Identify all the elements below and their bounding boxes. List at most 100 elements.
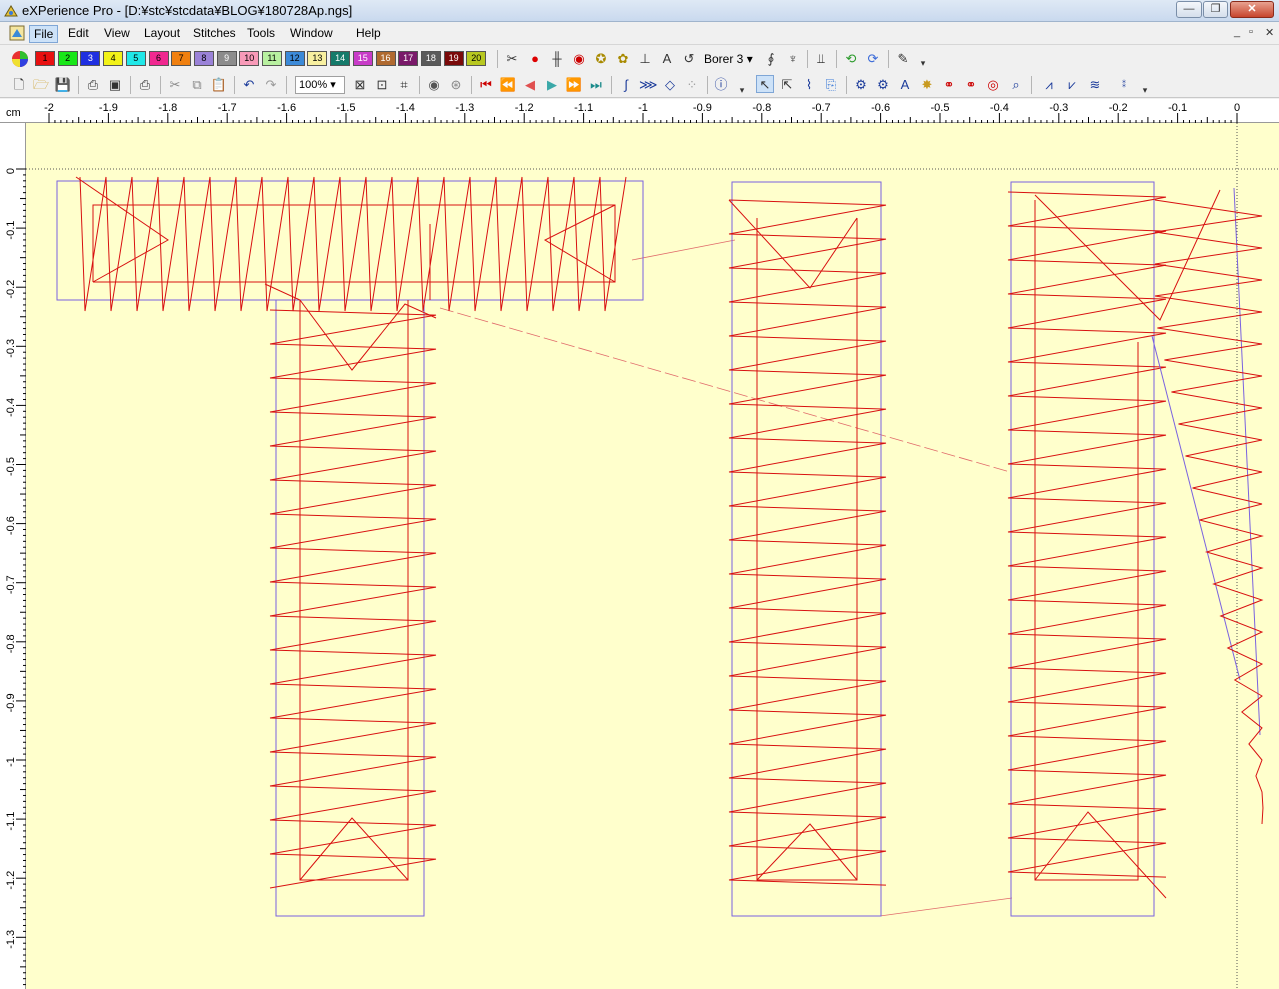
toolbar-overflow-icon[interactable]: ▾ [733, 81, 751, 99]
settings-icon[interactable]: ⚙ [874, 76, 892, 94]
toolbar-overflow-icon[interactable]: ▾ [1136, 81, 1154, 99]
mdi-restore-button[interactable]: ▫ [1249, 26, 1253, 38]
stitch-design[interactable] [26, 123, 1279, 989]
thread-color-5[interactable]: 5 [125, 51, 146, 66]
thread-color-4[interactable]: 4 [103, 51, 124, 66]
paste-icon[interactable]: 📋 [210, 76, 228, 94]
step-forward-icon[interactable]: ▶ [543, 76, 561, 94]
export-icon[interactable]: ▣ [106, 76, 124, 94]
open-file-icon[interactable]: 🗁 [32, 76, 50, 94]
zoom-tool-icon[interactable]: ⌕ [1007, 76, 1025, 94]
save-file-icon[interactable]: 💾 [54, 76, 72, 94]
step-back-icon[interactable]: ◀ [521, 76, 539, 94]
last-stitch-icon[interactable]: ⏭ [587, 76, 605, 94]
minimize-button[interactable]: — [1176, 1, 1202, 18]
thread-color-15[interactable]: 15 [352, 51, 373, 66]
thread-color-9[interactable]: 9 [216, 51, 237, 66]
document-icon[interactable] [9, 25, 25, 41]
hide-icon[interactable]: ⊛ [447, 76, 465, 94]
thread-color-14[interactable]: 14 [330, 51, 351, 66]
mdi-close-button[interactable]: ✕ [1265, 26, 1274, 39]
color-wheel-icon[interactable] [11, 50, 29, 68]
frame-out-icon[interactable]: ⫫ [812, 50, 830, 68]
zoom-frame-icon[interactable]: ⊡ [373, 76, 391, 94]
redo-stitch-icon[interactable]: ⟳ [864, 50, 882, 68]
thread-color-13[interactable]: 13 [307, 51, 328, 66]
thread-color-20[interactable]: 20 [466, 51, 487, 66]
menu-tools[interactable]: Tools [243, 25, 279, 43]
menu-help[interactable]: Help [352, 25, 385, 43]
rewind-icon[interactable]: ⏪ [499, 76, 517, 94]
transform-icon[interactable]: ⚙ [852, 76, 870, 94]
sequin-icon[interactable]: ✪ [592, 50, 610, 68]
satin-icon[interactable]: ⋙ [639, 76, 658, 94]
text-icon[interactable]: A [658, 50, 676, 68]
loop-icon[interactable]: ↺ [680, 50, 698, 68]
thread-color-8[interactable]: 8 [193, 51, 214, 66]
borer-select[interactable]: Borer 3 ▾ [704, 50, 753, 68]
menu-edit[interactable]: Edit [64, 25, 93, 43]
first-stitch-icon[interactable]: ⏮ [477, 76, 495, 94]
thread-color-3[interactable]: 3 [80, 51, 101, 66]
curve-icon[interactable]: ∫ [617, 76, 635, 94]
import-icon[interactable]: ⎙ [84, 76, 102, 94]
stop-icon[interactable]: ● [526, 50, 544, 68]
node-edit-icon[interactable]: ⇱ [778, 76, 796, 94]
new-file-icon[interactable]: 🗋 [10, 76, 28, 94]
mdi-minimize-button[interactable]: _ [1234, 26, 1240, 38]
copy-icon[interactable]: ⧉ [188, 76, 206, 94]
borer-up-icon[interactable]: ∮ [762, 50, 780, 68]
borer-down-icon[interactable]: ♆ [784, 50, 802, 68]
fill-icon[interactable]: ◇ [661, 76, 679, 94]
menu-window[interactable]: Window [286, 25, 337, 43]
undo-icon[interactable]: ↶ [240, 76, 258, 94]
maximize-button[interactable]: ❐ [1203, 1, 1228, 18]
menu-layout[interactable]: Layout [140, 25, 184, 43]
thread-color-17[interactable]: 17 [398, 51, 419, 66]
print-icon[interactable]: ⎙ [136, 76, 154, 94]
menu-stitches[interactable]: Stitches [189, 25, 240, 43]
group-icon[interactable]: ◎ [984, 76, 1002, 94]
lettering-icon[interactable]: A [896, 76, 914, 94]
thread-color-16[interactable]: 16 [375, 51, 396, 66]
info-icon[interactable]: ⓘ [712, 76, 730, 94]
stitch-length-icon[interactable]: ⩗ [1063, 76, 1081, 94]
thread-color-12[interactable]: 12 [284, 51, 305, 66]
thread-color-11[interactable]: 11 [262, 51, 282, 66]
old-edit-icon[interactable]: ⎘ [822, 76, 840, 94]
zoom-selection-icon[interactable]: ⌗ [395, 76, 413, 94]
redo-icon[interactable]: ↷ [262, 76, 280, 94]
running-stitch-icon[interactable]: ⁘ [683, 76, 701, 94]
menu-file[interactable]: File [29, 25, 59, 43]
undo-stitch-icon[interactable]: ⟲ [842, 50, 860, 68]
menu-view[interactable]: View [100, 25, 134, 43]
trim-icon[interactable]: ✂ [503, 50, 521, 68]
thread-color-2[interactable]: 2 [57, 51, 78, 66]
close-button[interactable]: ✕ [1230, 1, 1274, 18]
select-pointer-icon[interactable]: ↖ [756, 75, 774, 93]
fast-forward-icon[interactable]: ⏩ [565, 76, 583, 94]
link-icon[interactable]: ⚭ [940, 76, 958, 94]
unlink-icon[interactable]: ⚭ [962, 76, 980, 94]
toolbar-overflow-icon[interactable]: ▾ [914, 54, 932, 72]
thread-color-19[interactable]: 19 [443, 51, 464, 66]
cord-icon[interactable]: ✿ [614, 50, 632, 68]
stitch-density-icon[interactable]: ⩘ [1040, 76, 1058, 94]
effects-icon[interactable]: ✸ [918, 76, 936, 94]
thread-color-6[interactable]: 6 [148, 51, 169, 66]
view-icon[interactable]: ◉ [425, 76, 443, 94]
thread-color-18[interactable]: 18 [420, 51, 441, 66]
stitch-width-icon[interactable]: ≋ [1086, 76, 1104, 94]
thread-color-10[interactable]: 10 [239, 51, 260, 66]
needle-pair-icon[interactable]: ╫ [548, 50, 566, 68]
manual-stitch-icon[interactable]: ✎ [894, 50, 912, 68]
stitch-edit-icon[interactable]: ⌇ [800, 76, 818, 94]
thread-color-7[interactable]: 7 [171, 51, 192, 66]
zoom-select[interactable]: 100% ▾ [295, 76, 345, 94]
cut-icon[interactable]: ✂ [166, 76, 184, 94]
needle-icon[interactable]: ⊥ [636, 50, 654, 68]
design-canvas[interactable] [26, 123, 1279, 989]
bobbin-icon[interactable]: ◉ [570, 50, 588, 68]
zoom-fit-icon[interactable]: ⊠ [351, 76, 369, 94]
statistics-icon[interactable]: ⁑ [1115, 76, 1133, 94]
